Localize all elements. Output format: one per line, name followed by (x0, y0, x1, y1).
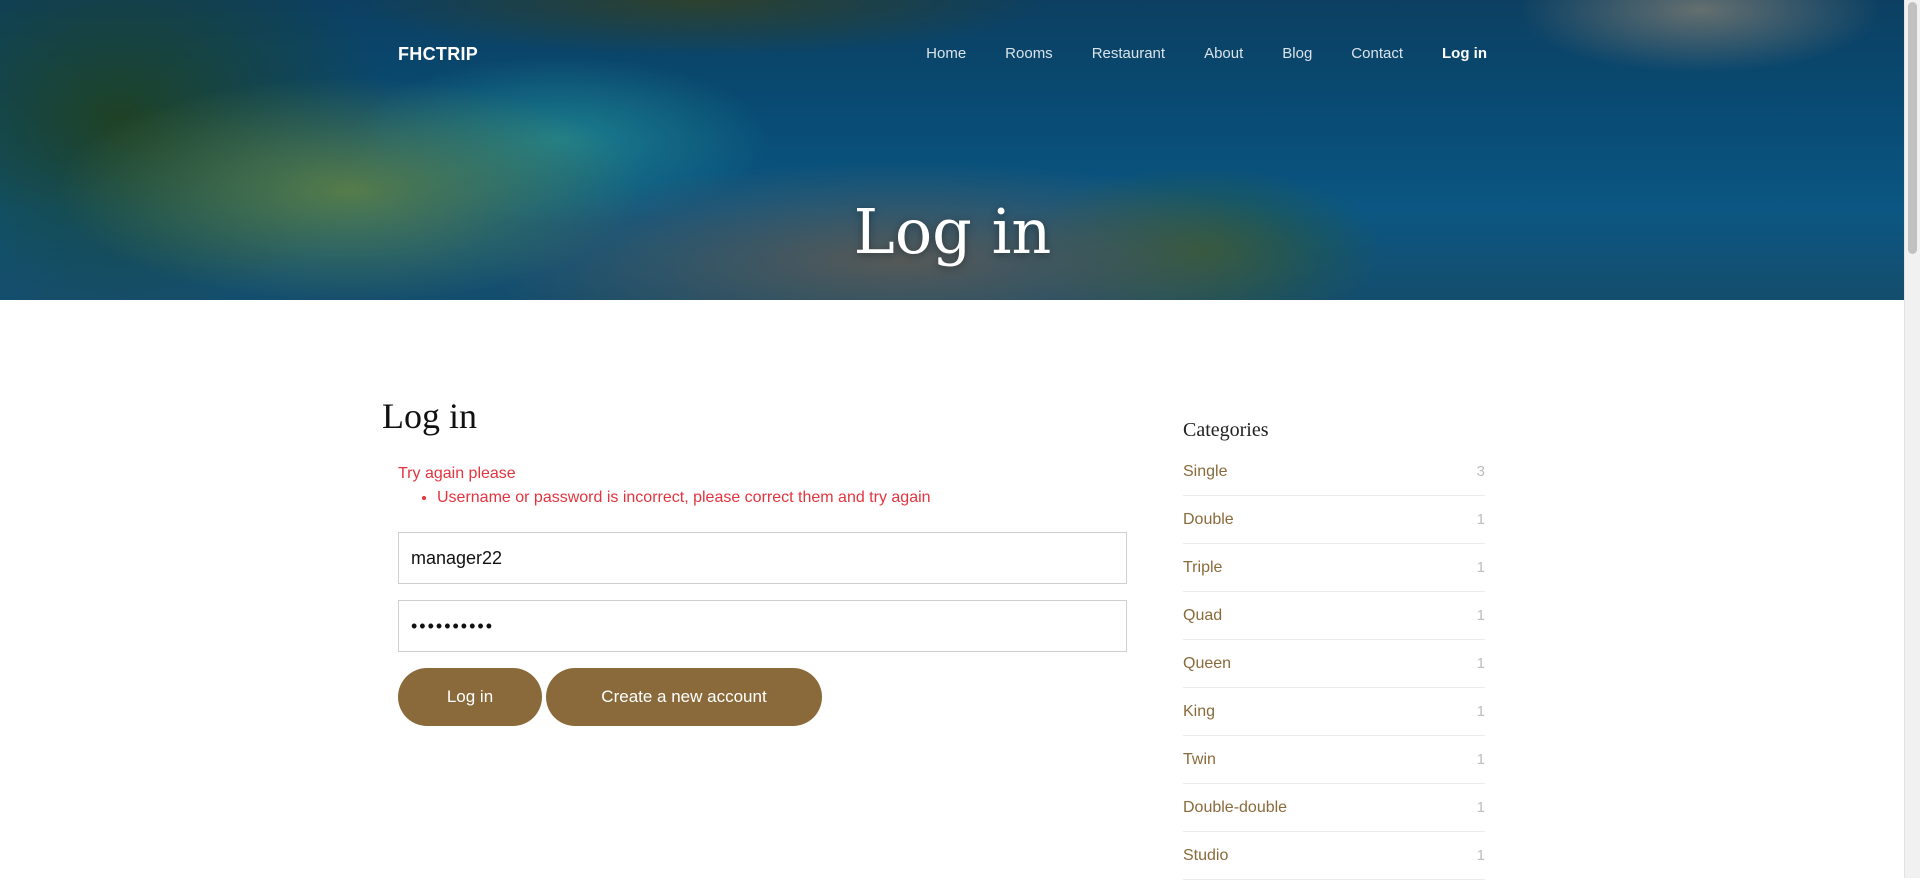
error-message: Try again please Username or password is… (398, 465, 931, 507)
category-item-double-double[interactable]: Double-double 1 (1183, 784, 1485, 832)
category-item-studio[interactable]: Studio 1 (1183, 832, 1485, 880)
category-item-single[interactable]: Single 3 (1183, 448, 1485, 496)
login-heading: Log in (382, 396, 477, 436)
nav-login[interactable]: Log in (1442, 45, 1487, 62)
categories-title: Categories (1183, 419, 1269, 441)
category-name[interactable]: Twin (1183, 751, 1216, 769)
category-name[interactable]: Studio (1183, 847, 1228, 865)
username-input[interactable] (398, 532, 1127, 584)
nav-contact[interactable]: Contact (1351, 45, 1403, 62)
category-item-quad[interactable]: Quad 1 (1183, 592, 1485, 640)
category-count: 1 (1476, 559, 1485, 576)
category-name[interactable]: Double-double (1183, 799, 1287, 817)
category-count: 1 (1476, 703, 1485, 720)
category-item-triple[interactable]: Triple 1 (1183, 544, 1485, 592)
category-count: 3 (1476, 463, 1485, 480)
category-count: 1 (1476, 799, 1485, 816)
category-item-king[interactable]: King 1 (1183, 688, 1485, 736)
category-count: 1 (1476, 847, 1485, 864)
hero-banner: FHCTRIP Home Rooms Restaurant About Blog… (0, 0, 1905, 300)
error-title: Try again please (398, 465, 516, 482)
main-nav: Home Rooms Restaurant About Blog Contact… (887, 45, 1487, 62)
error-list: Username or password is incorrect, pleas… (398, 489, 931, 507)
nav-about[interactable]: About (1204, 45, 1243, 62)
nav-blog[interactable]: Blog (1282, 45, 1312, 62)
category-count: 1 (1476, 607, 1485, 624)
category-item-double[interactable]: Double 1 (1183, 496, 1485, 544)
brand-logo[interactable]: FHCTRIP (398, 44, 478, 65)
login-button[interactable]: Log in (398, 668, 542, 726)
category-count: 1 (1476, 511, 1485, 528)
nav-rooms[interactable]: Rooms (1005, 45, 1053, 62)
password-input[interactable] (398, 600, 1127, 652)
hero-title: Log in (853, 195, 1052, 268)
category-name[interactable]: Triple (1183, 559, 1222, 577)
page-scrollbar[interactable] (1904, 0, 1920, 878)
create-account-button[interactable]: Create a new account (546, 668, 822, 726)
nav-home[interactable]: Home (926, 45, 966, 62)
category-name[interactable]: Quad (1183, 607, 1222, 625)
category-count: 1 (1476, 751, 1485, 768)
category-name[interactable]: Single (1183, 463, 1227, 481)
category-name[interactable]: Double (1183, 511, 1234, 529)
categories-list: Single 3 Double 1 Triple 1 Quad 1 Queen 1 Kin… (1183, 448, 1485, 880)
error-item: Username or password is incorrect, pleas… (437, 489, 931, 507)
scrollbar-thumb[interactable] (1908, 2, 1917, 254)
category-name[interactable]: Queen (1183, 655, 1231, 673)
category-name[interactable]: King (1183, 703, 1215, 721)
category-count: 1 (1476, 655, 1485, 672)
category-item-queen[interactable]: Queen 1 (1183, 640, 1485, 688)
category-item-twin[interactable]: Twin 1 (1183, 736, 1485, 784)
nav-restaurant[interactable]: Restaurant (1092, 45, 1165, 62)
